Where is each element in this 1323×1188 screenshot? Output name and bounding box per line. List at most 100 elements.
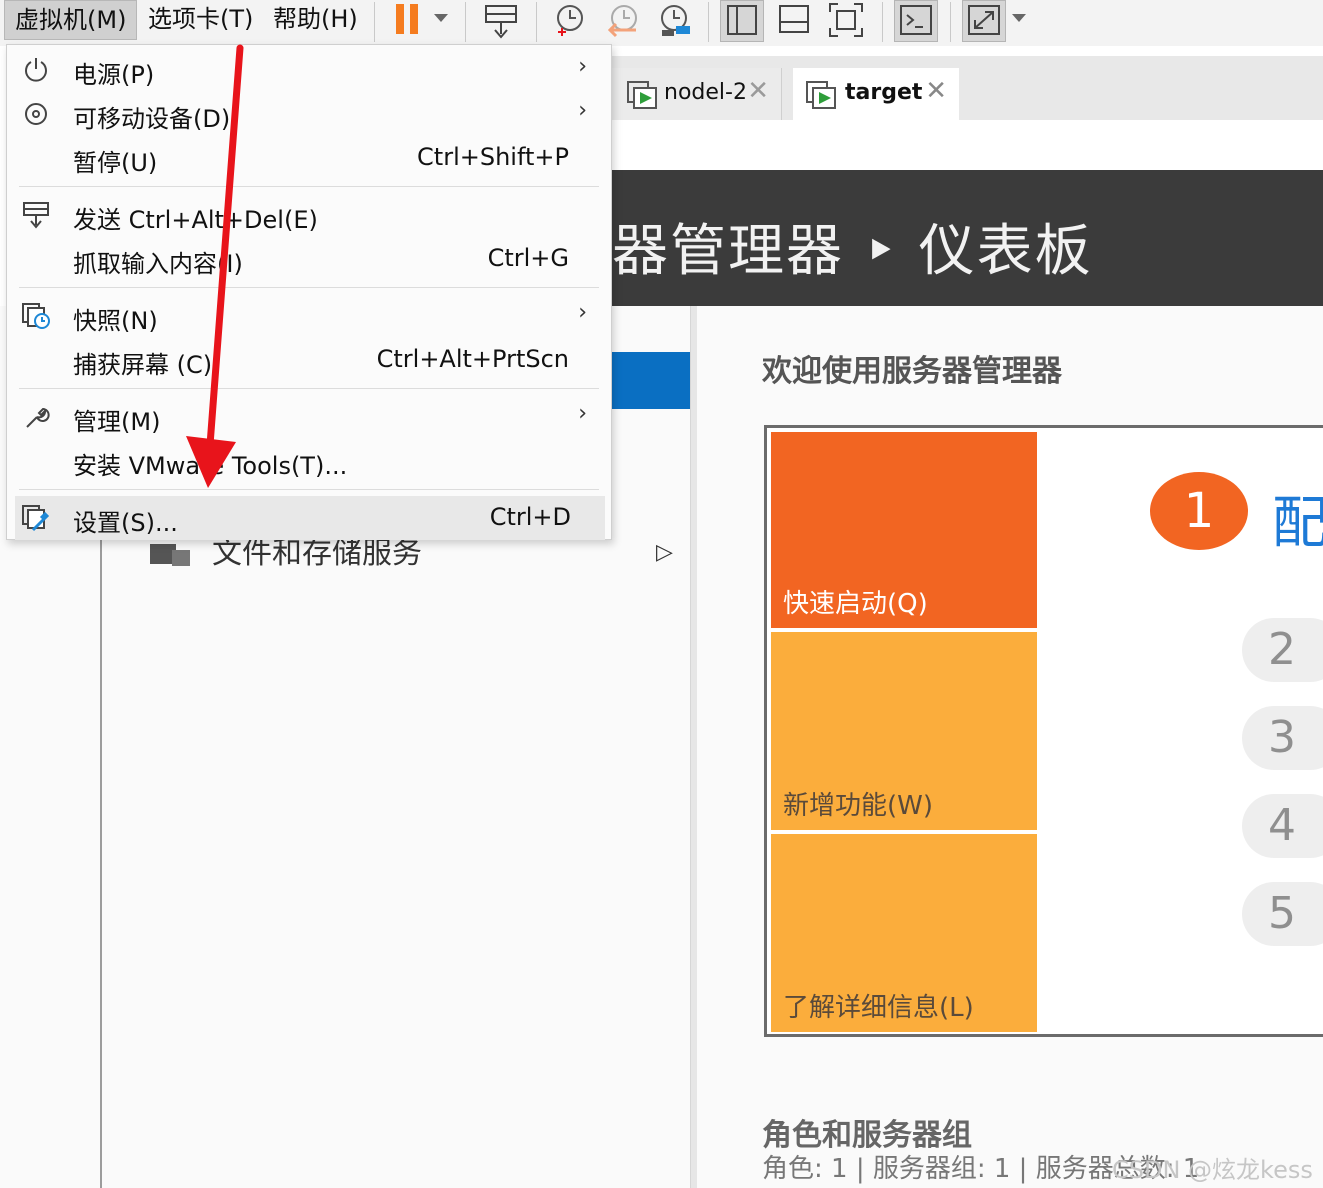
menu-separator	[19, 287, 599, 288]
snapshot-icon	[22, 303, 50, 329]
stretch-icon	[968, 5, 1000, 35]
menu-item-label: 可移动设备(D)	[73, 105, 231, 133]
step-3-badge: 3	[1242, 706, 1323, 770]
chevron-down-icon	[1012, 14, 1026, 22]
step-2-badge: 2	[1242, 618, 1323, 682]
menu-vm[interactable]: 虚拟机(M)	[4, 0, 137, 40]
tab-target[interactable]: target ✕	[793, 68, 959, 120]
step-1-link[interactable]: 配	[1272, 478, 1323, 559]
submenu-arrow-icon: ›	[578, 300, 587, 325]
menu-item-grab-input[interactable]: 抓取输入内容(I) Ctrl+G	[7, 237, 611, 281]
menu-item-label: 安装 VMware Tools(T)...	[73, 452, 348, 480]
vm-tab-icon	[806, 81, 836, 109]
vm-tab-icon	[627, 81, 657, 109]
stretch-guest-button[interactable]	[962, 0, 1006, 42]
console-view-button[interactable]	[894, 0, 938, 42]
menu-item-label: 管理(M)	[73, 408, 161, 436]
menu-separator	[19, 489, 599, 490]
server-manager-header: 器管理器 ‣ 仪表板	[612, 170, 1323, 306]
show-library-button[interactable]	[720, 0, 764, 42]
full-screen-button[interactable]	[824, 0, 868, 42]
tab-label: nodel-2	[664, 80, 747, 105]
revert-snapshot-button[interactable]	[602, 0, 644, 42]
snapshot-revert-icon	[607, 5, 637, 38]
thumbnail-view-icon	[779, 5, 809, 33]
power-icon	[25, 58, 47, 82]
submenu-arrow-icon: ›	[578, 98, 587, 123]
take-snapshot-button[interactable]	[548, 0, 590, 42]
tile-label: 新增功能(W)	[783, 791, 933, 821]
snapshot-manager-button[interactable]	[654, 0, 696, 42]
menu-item-label: 发送 Ctrl+Alt+Del(E)	[73, 206, 318, 234]
menu-help[interactable]: 帮助(H)	[273, 0, 358, 40]
toolbar-separator	[465, 2, 466, 42]
close-tab-icon[interactable]: ✕	[747, 76, 769, 106]
menu-item-label: 捕获屏幕 (C)	[73, 351, 213, 379]
tab-label: target	[845, 80, 923, 105]
menu-shortcut: Ctrl+Shift+P	[417, 143, 569, 171]
expand-arrow-icon[interactable]: ▷	[656, 540, 673, 565]
wrench-icon	[26, 407, 50, 428]
menu-item-settings[interactable]: 设置(S)... Ctrl+D	[15, 496, 605, 540]
welcome-title: 欢迎使用服务器管理器	[762, 354, 1062, 389]
pause-icon	[396, 4, 448, 34]
pane-divider[interactable]	[690, 306, 697, 1188]
tab-nodel-2[interactable]: nodel-2 ✕	[612, 68, 782, 120]
menu-item-install-vmware-tools[interactable]: 安装 VMware Tools(T)...	[7, 439, 611, 483]
menu-item-label: 暂停(U)	[73, 149, 158, 177]
menu-item-power[interactable]: 电源(P) ›	[7, 48, 611, 92]
show-thumbnail-bar-button[interactable]	[772, 0, 816, 42]
menu-shortcut: Ctrl+Alt+PrtScn	[376, 345, 569, 373]
menu-separator	[19, 388, 599, 389]
snapshot-manager-icon	[661, 5, 690, 36]
step-5-badge: 5	[1242, 882, 1323, 946]
vm-menu-dropdown: 电源(P) › 可移动设备(D) › 暂停(U) Ctrl+Shift+P 发送…	[6, 44, 612, 540]
toolbar-separator	[536, 2, 537, 42]
send-keys-icon	[485, 5, 517, 39]
toolbar-separator	[708, 2, 709, 42]
menu-separator	[19, 186, 599, 187]
pause-button[interactable]	[390, 0, 456, 42]
console-icon	[900, 5, 932, 35]
toolbar-separator	[374, 2, 375, 42]
menu-item-label: 抓取输入内容(I)	[73, 250, 243, 278]
page-title: 器管理器 ‣ 仪表板	[612, 219, 1093, 284]
removable-device-icon	[25, 103, 47, 125]
file-storage-icon	[150, 544, 190, 566]
library-view-icon	[727, 5, 757, 35]
menu-tabs[interactable]: 选项卡(T)	[148, 0, 253, 40]
fullscreen-icon	[829, 3, 863, 37]
menu-item-manage[interactable]: 管理(M) ›	[7, 395, 611, 439]
tab-strip: nodel-2 ✕ target ✕	[600, 56, 1323, 120]
stretch-dropdown[interactable]	[1008, 0, 1030, 42]
menu-item-label: 设置(S)...	[73, 509, 178, 537]
menu-item-removable-devices[interactable]: 可移动设备(D) ›	[7, 92, 611, 136]
menu-item-send-ctrl-alt-del[interactable]: 发送 Ctrl+Alt+Del(E)	[7, 193, 611, 237]
submenu-arrow-icon: ›	[578, 401, 587, 426]
tile-label: 快速启动(Q)	[783, 589, 928, 619]
close-tab-icon[interactable]: ✕	[925, 76, 947, 106]
menu-bar: 虚拟机(M) 选项卡(T) 帮助(H)	[0, 0, 1323, 46]
submenu-arrow-icon: ›	[578, 54, 587, 79]
snapshot-take-icon	[557, 5, 583, 36]
settings-icon	[22, 505, 50, 532]
send-keys-icon	[23, 202, 49, 229]
menu-shortcut: Ctrl+D	[489, 503, 571, 531]
tile-learn-more[interactable]: 了解详细信息(L)	[771, 834, 1037, 1032]
nav-selected-item[interactable]	[612, 352, 690, 409]
toolbar-separator	[950, 2, 951, 42]
tile-quick-start[interactable]: 快速启动(Q)	[771, 432, 1037, 628]
step-1-badge: 1	[1150, 472, 1248, 550]
menu-item-snapshot[interactable]: 快照(N) ›	[7, 294, 611, 338]
send-ctrl-alt-del-button[interactable]	[480, 0, 524, 42]
menu-item-label: 电源(P)	[73, 61, 155, 89]
menu-item-pause[interactable]: 暂停(U) Ctrl+Shift+P	[7, 136, 611, 180]
menu-item-capture-screen[interactable]: 捕获屏幕 (C) Ctrl+Alt+PrtScn	[7, 338, 611, 382]
step-4-badge: 4	[1242, 794, 1323, 858]
menu-shortcut: Ctrl+G	[487, 244, 569, 272]
menu-item-label: 快照(N)	[73, 307, 158, 335]
toolbar-separator	[882, 2, 883, 42]
watermark: CSDN @炫龙kess	[1112, 1156, 1313, 1184]
tile-label: 了解详细信息(L)	[783, 993, 974, 1023]
tile-whats-new[interactable]: 新增功能(W)	[771, 632, 1037, 830]
